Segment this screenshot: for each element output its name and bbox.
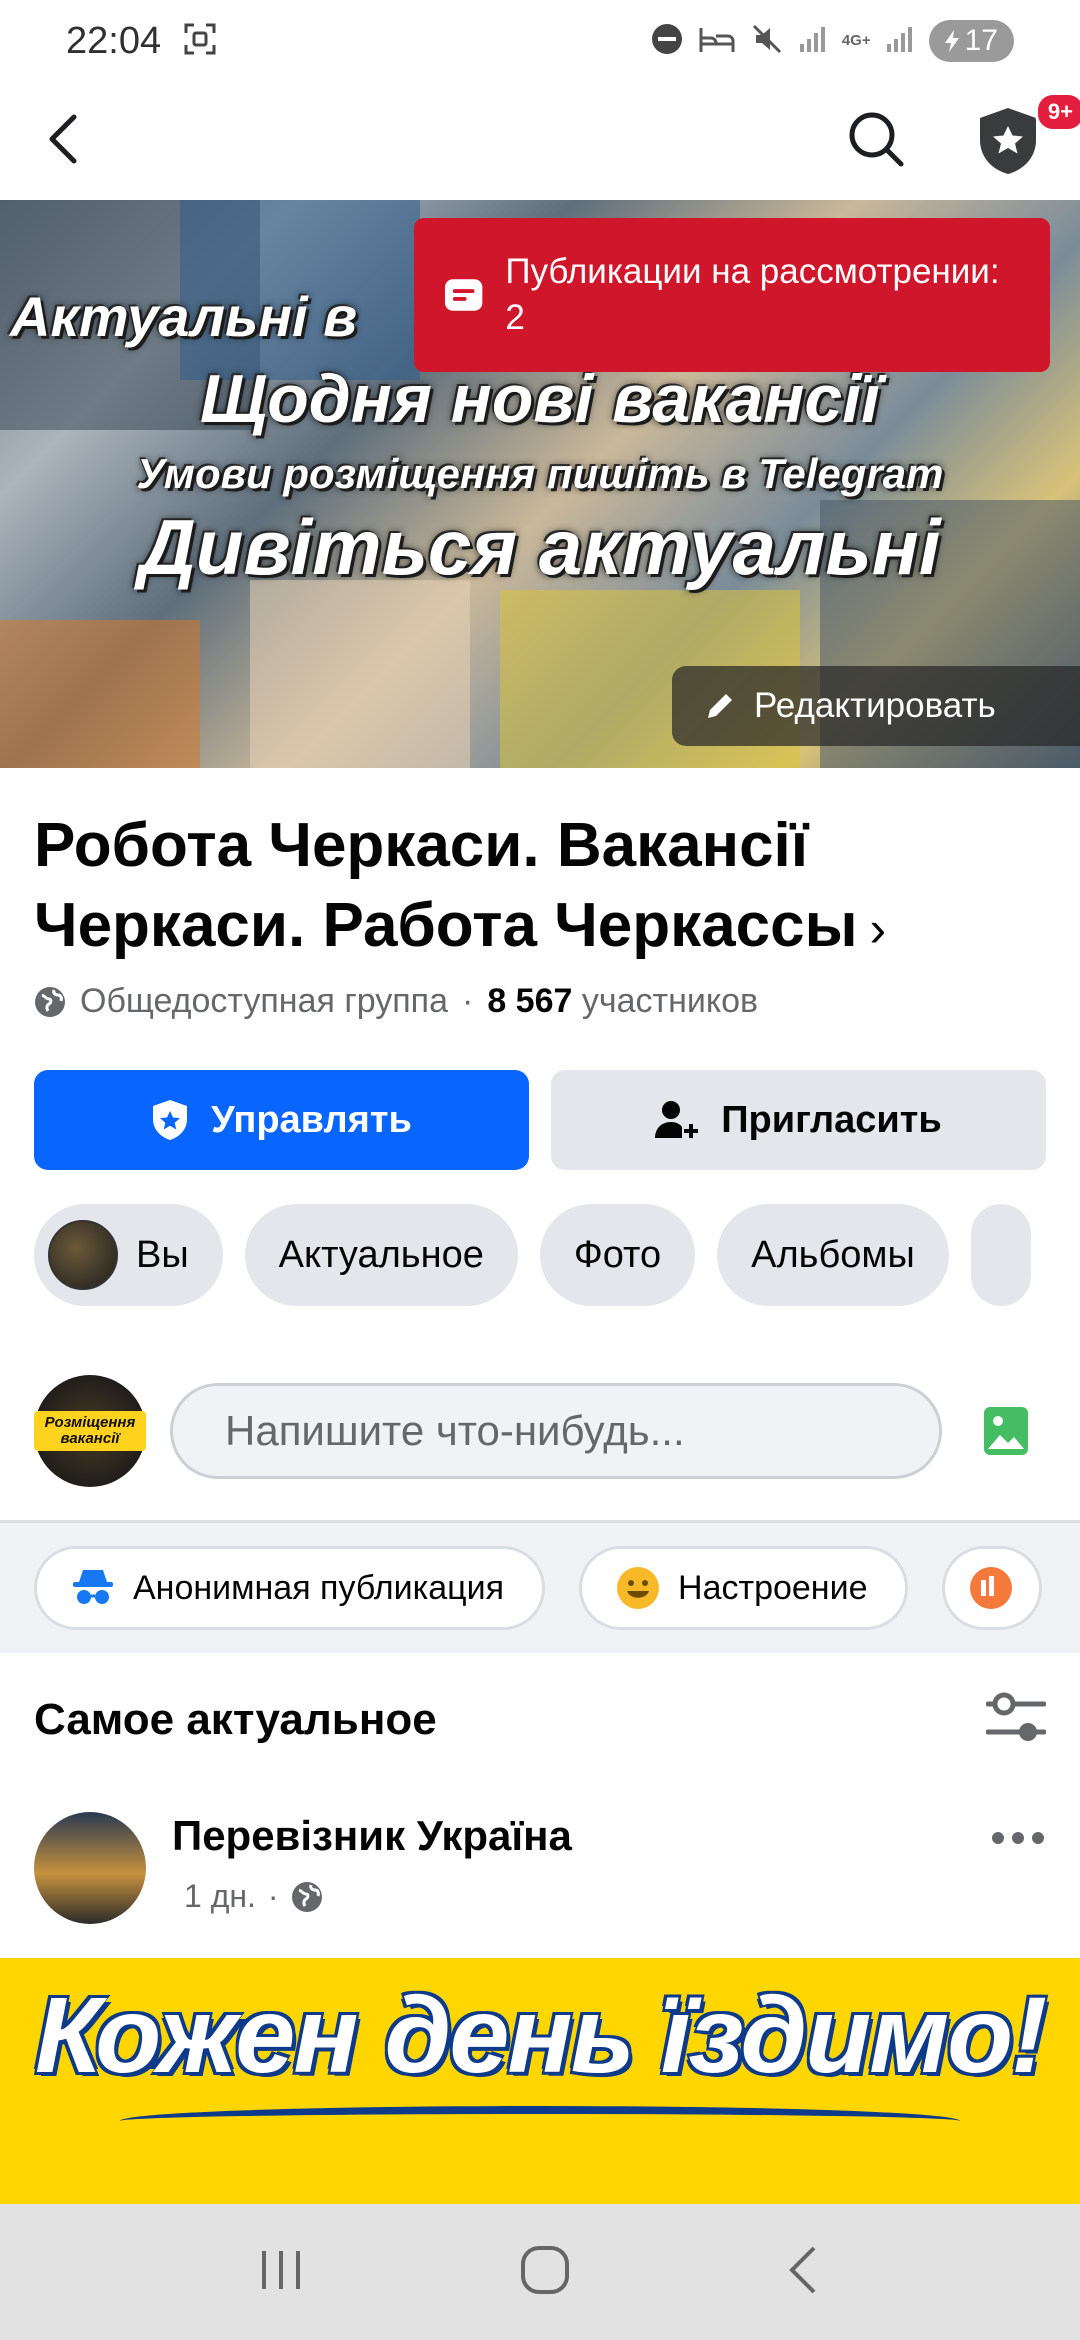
top-nav: 9+ (0, 82, 1080, 200)
post-composer: Розміщення вакансії Напишите что-нибудь.… (34, 1375, 1046, 1487)
add-person-icon (655, 1101, 699, 1138)
anonymous-post-button[interactable]: Анонимная публикация (34, 1546, 546, 1630)
anonymous-post-label: Анонимная публикация (133, 1568, 505, 1607)
group-tabs: Вы Актуальное Фото Альбомы (34, 1204, 1031, 1306)
photo-icon (984, 1407, 1028, 1455)
group-title[interactable]: Робота Черкаси. Вакансії Черкаси. Работа… (34, 806, 974, 969)
search-button[interactable] (846, 109, 906, 174)
back-arrow-icon (49, 114, 77, 163)
shield-star-icon (153, 1100, 188, 1140)
meta-separator: · (267, 1878, 279, 1914)
recent-apps-button[interactable] (256, 2245, 306, 2300)
recent-apps-icon (262, 2250, 301, 2289)
invite-label: Пригласить (721, 1098, 942, 1141)
screenshot-icon (183, 22, 217, 61)
poll-icon (970, 1567, 1013, 1609)
post-image-text: Кожен день їздимо! (34, 1974, 1047, 2095)
mute-icon (750, 22, 784, 61)
feed-header: Самое актуальное (34, 1684, 1047, 1756)
group-meta: Общедоступная группа · 8 567 участников (34, 982, 758, 1021)
sliders-icon (985, 1692, 1047, 1741)
status-bar: 22:04 4G+ 17 (0, 0, 1080, 82)
tab-photos[interactable]: Фото (539, 1204, 696, 1306)
signal-icon (798, 24, 828, 59)
admin-tools-button[interactable]: 9+ (976, 92, 1080, 176)
cover-text-line: Умови розміщення пишіть в Telegram (136, 450, 944, 497)
system-nav-bar (0, 2204, 1080, 2340)
system-back-button[interactable] (784, 2244, 824, 2301)
tab-photos-label: Фото (573, 1233, 662, 1276)
sleep-mode-icon (698, 24, 736, 59)
feed-sort-button[interactable] (985, 1692, 1047, 1749)
battery-indicator: 17 (928, 20, 1014, 62)
notification-badge: 9+ (1034, 92, 1080, 132)
back-chevron-icon (788, 2246, 816, 2293)
more-horizontal-icon (992, 1832, 1044, 1844)
back-button[interactable] (40, 109, 90, 174)
dnd-icon (650, 22, 684, 61)
group-title-text: Робота Черкаси. Вакансії Черкаси. Работа… (34, 811, 858, 960)
feeling-button[interactable]: Настроение (579, 1546, 909, 1630)
write-post-input[interactable]: Напишите что-нибудь... (170, 1383, 942, 1479)
tab-featured-label: Актуальное (278, 1233, 484, 1276)
pending-posts-banner[interactable]: Публикации на рассмотрении: 2 (414, 218, 1050, 372)
tab-featured[interactable]: Актуальное (244, 1204, 518, 1306)
write-post-placeholder: Напишите что-нибудь... (225, 1407, 685, 1454)
globe-icon (35, 986, 65, 1017)
pending-posts-label: Публикации на рассмотрении: 2 (505, 252, 1000, 337)
search-icon (849, 112, 904, 166)
avatar[interactable] (34, 1812, 146, 1924)
post-more-button[interactable] (990, 1830, 1046, 1851)
post-type-row: Анонимная публикация Настроение (0, 1523, 1080, 1653)
tab-albums-label: Альбомы (751, 1233, 915, 1276)
post-time[interactable]: 1 дн. (184, 1878, 256, 1915)
battery-charging-icon (944, 30, 959, 52)
member-count: 8 567 (487, 982, 573, 1020)
more-post-types-button[interactable] (942, 1546, 1043, 1630)
tab-more[interactable] (970, 1204, 1031, 1306)
anonymous-icon (73, 1570, 113, 1604)
post-header: Перевізник Україна 1 дн. · (34, 1812, 1046, 1924)
post-author-block: Перевізник Україна 1 дн. · (172, 1812, 572, 1915)
cover-photo[interactable]: Актуальні в Щодня нові вакансії Умови ро… (0, 200, 1080, 768)
signal-icon-2 (885, 24, 915, 59)
smiley-icon (617, 1567, 660, 1609)
status-time: 22:04 (66, 19, 162, 62)
home-icon (520, 2245, 569, 2294)
post-image[interactable]: Кожен день їздимо! (0, 1958, 1080, 2204)
chevron-right-icon: › (869, 901, 887, 957)
post-meta: 1 дн. · (184, 1878, 572, 1915)
post-author[interactable]: Перевізник Україна (172, 1812, 572, 1860)
invite-button[interactable]: Пригласить (551, 1070, 1046, 1170)
tab-albums[interactable]: Альбомы (717, 1204, 949, 1306)
network-type: 4G+ (841, 32, 871, 49)
add-photo-button[interactable] (966, 1405, 1046, 1457)
group-avatar[interactable]: Розміщення вакансії (34, 1375, 146, 1487)
avatar (48, 1220, 118, 1290)
meta-separator: · (462, 982, 474, 1020)
edit-cover-button[interactable]: Редактировать (672, 666, 1080, 746)
cover-text-line: Дивіться актуальні (139, 503, 941, 591)
feeling-label: Настроение (678, 1568, 868, 1607)
pencil-icon (708, 694, 732, 718)
tab-you-label: Вы (136, 1233, 189, 1276)
manage-button[interactable]: Управлять (34, 1070, 529, 1170)
feed-title: Самое актуальное (34, 1695, 437, 1744)
manage-label: Управлять (211, 1098, 412, 1141)
group-privacy: Общедоступная группа (80, 982, 448, 1020)
post-image-swoosh (120, 2106, 960, 2136)
edit-cover-label: Редактировать (754, 686, 996, 725)
group-avatar-text: Розміщення вакансії (34, 1411, 146, 1451)
cover-collage-tile (250, 580, 470, 768)
group-actions: Управлять Пригласить (34, 1070, 1046, 1170)
tab-you[interactable]: Вы (34, 1204, 223, 1306)
home-button[interactable] (519, 2244, 571, 2301)
cover-collage-tile (0, 620, 200, 768)
member-label: участников (581, 982, 759, 1020)
globe-icon (291, 1881, 322, 1912)
battery-level: 17 (964, 24, 998, 57)
shield-star-icon (980, 108, 1036, 174)
pending-posts-icon (444, 279, 483, 311)
